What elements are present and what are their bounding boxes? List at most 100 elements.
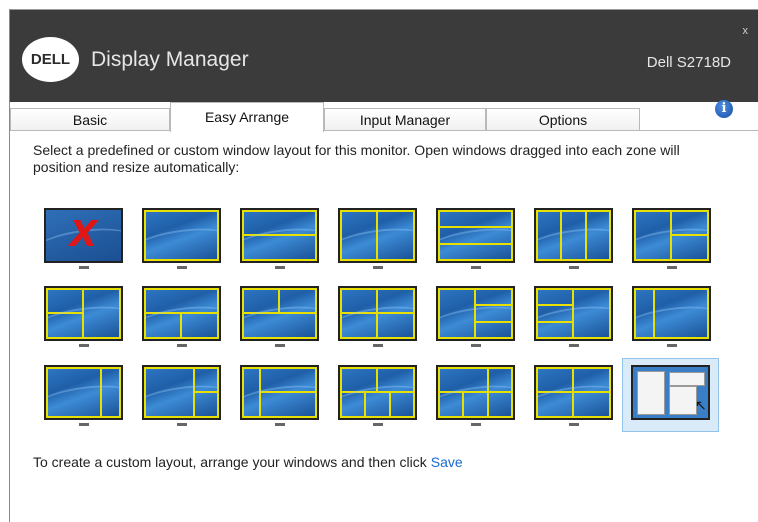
monitor-stand [568,266,579,269]
tab-divider [10,130,758,131]
monitor-stand [176,344,187,347]
layout-quad[interactable] [534,365,613,426]
layout-three-rows[interactable] [436,208,515,269]
layout-three-cols[interactable] [534,208,613,269]
layout-three-cols-wide[interactable] [240,365,319,426]
zone-lines [242,288,317,339]
monitor-stand [666,266,677,269]
window-thumb [669,372,705,386]
monitor-stand [274,344,285,347]
monitor-stand [568,423,579,426]
layout-screen [144,210,219,261]
layout-screen [438,210,513,261]
zone-lines [634,210,709,261]
footer-text: To create a custom layout, arrange your … [33,454,427,470]
layout-top-split-plus-bottom-three[interactable] [436,365,515,426]
layout-left-right[interactable] [338,208,417,269]
layout-screen [144,288,219,339]
layout-screen [634,288,709,339]
info-icon[interactable]: i [715,100,733,118]
layout-left-plus-three-right[interactable] [436,286,515,347]
zone-lines [438,210,513,261]
layout-full[interactable] [142,208,221,269]
description-text: Select a predefined or custom window lay… [33,142,680,175]
layout-wide-left-plus-right-split[interactable] [338,286,417,347]
monitor-stand [470,266,481,269]
monitor-stand [78,423,89,426]
footer: To create a custom layout, arrange your … [33,454,463,470]
monitor-stand [372,266,383,269]
zone-lines [536,367,611,418]
layout-top-plus-bottom-split[interactable] [142,286,221,347]
layout-three-left-plus-right[interactable] [534,286,613,347]
zone-lines [242,367,317,418]
monitor-stand [470,423,481,426]
zone-lines [46,367,121,418]
app-title: Display Manager [91,48,249,71]
layout-right-narrow[interactable] [44,365,123,426]
zone-lines [340,210,415,261]
layout-screen [340,367,415,418]
layout-left-narrow-plus-right[interactable] [632,286,711,347]
layout-screen [340,288,415,339]
mouse-cursor-icon: ↖ [695,397,707,413]
layout-screen [144,367,219,418]
custom-monitor-thumbnail: ↖ [631,365,710,420]
monitor-stand [176,266,187,269]
zone-lines [242,210,317,261]
monitor-stand [274,266,285,269]
layout-screen [242,367,317,418]
logo-text: DELL [30,51,71,68]
monitor-stand [372,423,383,426]
monitor-stand [78,344,89,347]
tab-bar: Basic Easy Arrange Input Manager Options [10,102,758,132]
layout-screen [536,288,611,339]
monitor-name: Dell S2718D [646,54,731,71]
layout-top-split-plus-bottom[interactable] [240,286,319,347]
zone-lines [340,367,415,418]
no-layout-x-icon: X [69,214,98,255]
zone-lines [46,288,121,339]
layout-screen [536,210,611,261]
layout-screen [46,288,121,339]
zone-lines [340,288,415,339]
monitor-stand [176,423,187,426]
layout-screen [340,210,415,261]
close-button[interactable]: x [743,25,749,37]
layout-screen [242,210,317,261]
window-thumb [669,386,697,415]
monitor-stand [568,344,579,347]
tab-input-manager[interactable]: Input Manager [324,108,486,131]
zone-lines [144,288,219,339]
layout-left-wide-right-split[interactable] [142,365,221,426]
zone-lines [144,210,219,261]
monitor-stand [372,344,383,347]
layout-left-split-plus-right[interactable] [44,286,123,347]
layout-top-bottom[interactable] [240,208,319,269]
monitor-stand [78,266,89,269]
title-bar: DELL Display Manager Dell S2718D x [10,9,758,102]
layout-screen [438,367,513,418]
layout-screen [46,367,121,418]
layout-top-plus-bottom-three[interactable] [338,365,417,426]
layout-none[interactable]: X [44,208,123,269]
monitor-stand [666,344,677,347]
layout-left-plus-right-split[interactable] [632,208,711,269]
dell-logo: DELL [22,37,79,82]
zone-lines [536,288,611,339]
layout-screen: X [46,210,121,261]
zone-lines [144,367,219,418]
zone-lines [438,288,513,339]
zone-lines [634,288,709,339]
tab-easy-arrange[interactable]: Easy Arrange [170,102,324,132]
layout-screen [438,288,513,339]
monitor-stand [470,344,481,347]
zone-lines [536,210,611,261]
save-link[interactable]: Save [431,454,463,470]
tab-options[interactable]: Options [486,108,640,131]
layout-screen [536,367,611,418]
layout-custom-selected[interactable]: ↖ [622,358,719,432]
zone-lines [438,367,513,418]
monitor-stand [274,423,285,426]
tab-basic[interactable]: Basic [10,108,170,131]
